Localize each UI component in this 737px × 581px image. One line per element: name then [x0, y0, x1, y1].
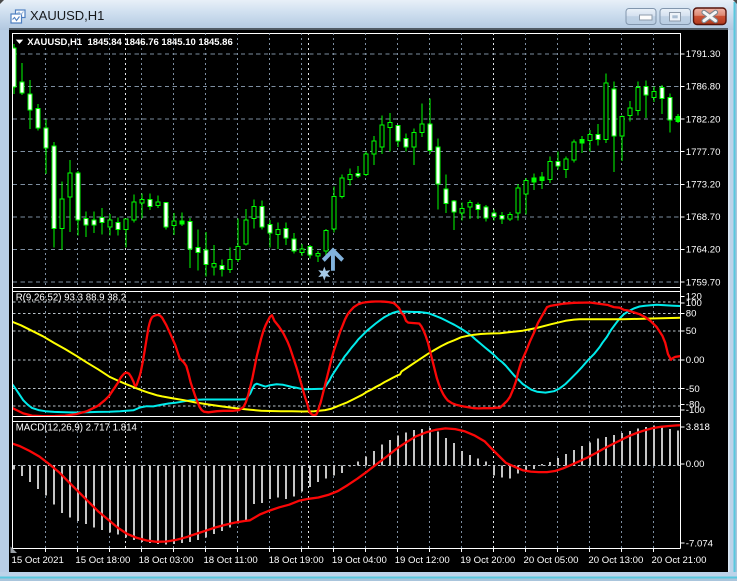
- svg-text:1768.70: 1768.70: [686, 212, 721, 223]
- svg-text:80: 80: [686, 309, 697, 320]
- svg-text:1786.80: 1786.80: [686, 82, 721, 93]
- svg-text:MACD(12,26,9) 2.717 1.814: MACD(12,26,9) 2.717 1.814: [16, 422, 138, 433]
- svg-text:19 Oct 12:00: 19 Oct 12:00: [395, 555, 450, 566]
- svg-text:-7.074: -7.074: [686, 538, 714, 549]
- svg-text:3.818: 3.818: [686, 422, 710, 433]
- svg-text:-100: -100: [686, 405, 705, 416]
- svg-text:1764.20: 1764.20: [686, 245, 721, 256]
- svg-text:0.00: 0.00: [686, 459, 705, 470]
- svg-text:100: 100: [686, 298, 702, 309]
- svg-text:20 Oct 13:00: 20 Oct 13:00: [588, 555, 643, 566]
- svg-text:20 Oct 21:00: 20 Oct 21:00: [652, 555, 707, 566]
- svg-text:1791.30: 1791.30: [686, 49, 721, 60]
- svg-text:1759.70: 1759.70: [686, 277, 721, 288]
- svg-text:18 Oct 19:00: 18 Oct 19:00: [269, 555, 324, 566]
- svg-text:19 Oct 20:00: 19 Oct 20:00: [460, 555, 515, 566]
- svg-text:18 Oct 11:00: 18 Oct 11:00: [203, 555, 257, 566]
- svg-text:15 Oct 18:00: 15 Oct 18:00: [75, 555, 130, 566]
- svg-text:1782.20: 1782.20: [686, 114, 721, 125]
- svg-text:1777.70: 1777.70: [686, 147, 721, 158]
- svg-text:-50: -50: [686, 384, 700, 395]
- svg-text:1773.20: 1773.20: [686, 180, 721, 191]
- svg-text:15 Oct 2021: 15 Oct 2021: [12, 555, 64, 566]
- svg-text:18 Oct 03:00: 18 Oct 03:00: [139, 555, 194, 566]
- svg-text:50: 50: [686, 326, 697, 337]
- svg-text:R(9,26,52) 93.3 88.9 38.2: R(9,26,52) 93.3 88.9 38.2: [16, 293, 126, 304]
- svg-text:19 Oct 04:00: 19 Oct 04:00: [332, 555, 387, 566]
- svg-text:20 Oct 05:00: 20 Oct 05:00: [524, 555, 579, 566]
- svg-text:XAUUSD,H1: XAUUSD,H1: [30, 8, 104, 23]
- svg-text:XAUUSD,H1 1845.84 1846.76 184: XAUUSD,H1 1845.84 1846.76 1845.10 1845.8…: [27, 37, 232, 48]
- svg-text:0.00: 0.00: [686, 355, 705, 366]
